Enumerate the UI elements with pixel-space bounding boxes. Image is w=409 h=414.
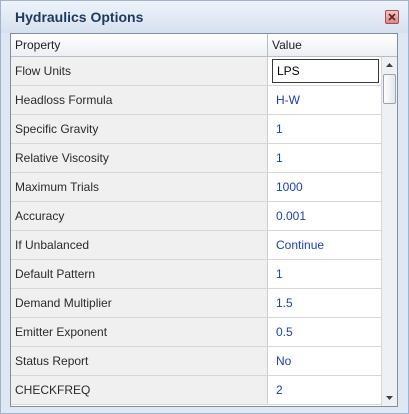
- property-value[interactable]: 0.001: [268, 202, 381, 230]
- property-grid: Property Value Flow Units LPS Headloss F…: [10, 33, 398, 407]
- column-header-value[interactable]: Value: [268, 34, 381, 56]
- property-row-demand-multiplier[interactable]: Demand Multiplier 1.5: [11, 289, 381, 318]
- property-label: Headloss Formula: [11, 86, 268, 114]
- property-value[interactable]: 1.5: [268, 289, 381, 317]
- vertical-scrollbar[interactable]: [381, 57, 397, 406]
- property-label: Specific Gravity: [11, 115, 268, 143]
- property-value[interactable]: 1000: [268, 173, 381, 201]
- close-button[interactable]: [385, 10, 399, 24]
- scroll-up-arrow-icon: [386, 63, 393, 67]
- scroll-down-button[interactable]: [382, 390, 397, 406]
- property-value[interactable]: 1: [268, 144, 381, 172]
- property-row-headloss-formula[interactable]: Headloss Formula H-W: [11, 86, 381, 115]
- scrollbar-thumb[interactable]: [383, 74, 396, 104]
- title-bar[interactable]: Hydraulics Options: [1, 1, 408, 33]
- property-row-status-report[interactable]: Status Report No: [11, 347, 381, 376]
- property-value[interactable]: H-W: [268, 86, 381, 114]
- property-value[interactable]: Continue: [268, 231, 381, 259]
- property-row-checkfreq[interactable]: CHECKFREQ 2: [11, 376, 381, 405]
- property-row-default-pattern[interactable]: Default Pattern 1: [11, 260, 381, 289]
- flow-units-value-field[interactable]: LPS: [272, 59, 379, 83]
- property-label: Emitter Exponent: [11, 318, 268, 346]
- scroll-down-arrow-icon: [386, 396, 393, 400]
- property-label: Status Report: [11, 347, 268, 375]
- property-label: Flow Units: [11, 57, 268, 85]
- window-title: Hydraulics Options: [15, 9, 144, 25]
- property-value[interactable]: 1: [268, 260, 381, 288]
- property-label: Relative Viscosity: [11, 144, 268, 172]
- property-value[interactable]: 1: [268, 115, 381, 143]
- property-row-if-unbalanced[interactable]: If Unbalanced Continue: [11, 231, 381, 260]
- property-label: CHECKFREQ: [11, 376, 268, 404]
- scroll-up-button[interactable]: [382, 57, 397, 73]
- property-row-flow-units[interactable]: Flow Units LPS: [11, 57, 381, 86]
- close-icon: [388, 13, 396, 21]
- hydraulics-options-window: Hydraulics Options Property Value Flow U…: [0, 0, 409, 414]
- property-row-accuracy[interactable]: Accuracy 0.001: [11, 202, 381, 231]
- property-label: If Unbalanced: [11, 231, 268, 259]
- property-value[interactable]: 0.5: [268, 318, 381, 346]
- property-row-relative-viscosity[interactable]: Relative Viscosity 1: [11, 144, 381, 173]
- property-row-specific-gravity[interactable]: Specific Gravity 1: [11, 115, 381, 144]
- property-rows: Flow Units LPS Headloss Formula H-W Spec…: [11, 57, 381, 406]
- property-row-maximum-trials[interactable]: Maximum Trials 1000: [11, 173, 381, 202]
- property-value[interactable]: 2: [268, 376, 381, 404]
- property-label: Demand Multiplier: [11, 289, 268, 317]
- grid-header: Property Value: [11, 34, 397, 57]
- property-label: Default Pattern: [11, 260, 268, 288]
- column-header-property[interactable]: Property: [11, 34, 268, 56]
- property-label: Accuracy: [11, 202, 268, 230]
- property-value[interactable]: No: [268, 347, 381, 375]
- property-row-emitter-exponent[interactable]: Emitter Exponent 0.5: [11, 318, 381, 347]
- property-label: Maximum Trials: [11, 173, 268, 201]
